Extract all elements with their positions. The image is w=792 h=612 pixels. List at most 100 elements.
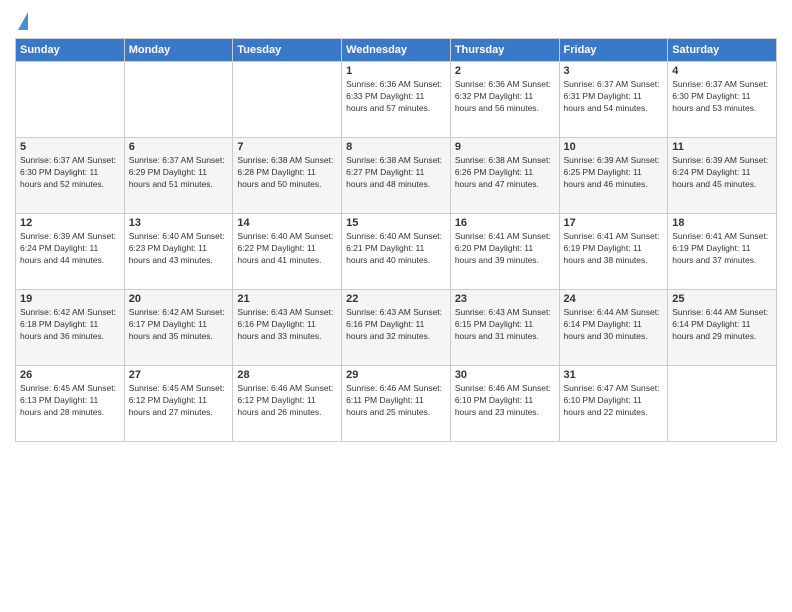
calendar-cell: 22Sunrise: 6:43 AM Sunset: 6:16 PM Dayli… (342, 290, 451, 366)
day-number: 27 (129, 369, 229, 381)
day-info: Sunrise: 6:41 AM Sunset: 6:20 PM Dayligh… (455, 231, 555, 267)
calendar-cell: 30 Sunrise: 6:46 AM Sunset: 6:10 PM Dayli… (450, 366, 559, 442)
calendar-cell: 23Sunrise: 6:43 AM Sunset: 6:15 PM Dayli… (450, 290, 559, 366)
day-info: Sunrise: 6:44 AM Sunset: 6:14 PM Dayligh… (564, 307, 664, 343)
day-info: Sunrise: 6:46 AM Sunset: 6:12 PM Dayligh… (237, 383, 337, 419)
day-info: Sunrise: 6:39 AM Sunset: 6:24 PM Dayligh… (672, 155, 772, 191)
calendar-cell: 14 Sunrise: 6:40 AM Sunset: 6:22 PM Dayli… (233, 214, 342, 290)
day-number: 6 (129, 141, 229, 153)
day-number: 16 (455, 217, 555, 229)
calendar-cell (124, 62, 233, 138)
day-number: 8 (346, 141, 446, 153)
header (15, 10, 777, 30)
calendar-cell: 21Sunrise: 6:43 AM Sunset: 6:16 PM Dayli… (233, 290, 342, 366)
day-number: 9 (455, 141, 555, 153)
day-info: Sunrise: 6:44 AM Sunset: 6:14 PM Dayligh… (672, 307, 772, 343)
day-header-monday: Monday (124, 39, 233, 62)
day-number: 28 (237, 369, 337, 381)
day-info: Sunrise: 6:37 AM Sunset: 6:31 PM Dayligh… (564, 79, 664, 115)
calendar-cell (16, 62, 125, 138)
day-info: Sunrise: 6:37 AM Sunset: 6:30 PM Dayligh… (672, 79, 772, 115)
calendar: SundayMondayTuesdayWednesdayThursdayFrid… (15, 38, 777, 442)
calendar-cell: 25Sunrise: 6:44 AM Sunset: 6:14 PM Dayli… (668, 290, 777, 366)
calendar-cell: 16 Sunrise: 6:41 AM Sunset: 6:20 PM Dayli… (450, 214, 559, 290)
calendar-cell: 31Sunrise: 6:47 AM Sunset: 6:10 PM Dayli… (559, 366, 668, 442)
day-info: Sunrise: 6:37 AM Sunset: 6:29 PM Dayligh… (129, 155, 229, 191)
day-info: Sunrise: 6:47 AM Sunset: 6:10 PM Dayligh… (564, 383, 664, 419)
day-info: Sunrise: 6:39 AM Sunset: 6:25 PM Dayligh… (564, 155, 664, 191)
logo (15, 10, 28, 30)
day-info: Sunrise: 6:45 AM Sunset: 6:12 PM Dayligh… (129, 383, 229, 419)
day-header-thursday: Thursday (450, 39, 559, 62)
day-header-saturday: Saturday (668, 39, 777, 62)
calendar-cell: 24 Sunrise: 6:44 AM Sunset: 6:14 PM Dayli… (559, 290, 668, 366)
week-row-1: 1 Sunrise: 6:36 AM Sunset: 6:33 PM Daylig… (16, 62, 777, 138)
day-number: 24 (564, 293, 664, 305)
day-number: 21 (237, 293, 337, 305)
calendar-cell: 2 Sunrise: 6:36 AM Sunset: 6:32 PM Daylig… (450, 62, 559, 138)
day-number: 19 (20, 293, 120, 305)
calendar-cell: 15 Sunrise: 6:40 AM Sunset: 6:21 PM Dayli… (342, 214, 451, 290)
day-info: Sunrise: 6:37 AM Sunset: 6:30 PM Dayligh… (20, 155, 120, 191)
calendar-cell: 13 Sunrise: 6:40 AM Sunset: 6:23 PM Dayli… (124, 214, 233, 290)
calendar-cell: 17 Sunrise: 6:41 AM Sunset: 6:19 PM Dayli… (559, 214, 668, 290)
calendar-cell: 18 Sunrise: 6:41 AM Sunset: 6:19 PM Dayli… (668, 214, 777, 290)
day-number: 11 (672, 141, 772, 153)
week-row-5: 26 Sunrise: 6:45 AM Sunset: 6:13 PM Dayli… (16, 366, 777, 442)
day-info: Sunrise: 6:41 AM Sunset: 6:19 PM Dayligh… (564, 231, 664, 267)
day-info: Sunrise: 6:46 AM Sunset: 6:10 PM Dayligh… (455, 383, 555, 419)
day-info: Sunrise: 6:38 AM Sunset: 6:26 PM Dayligh… (455, 155, 555, 191)
day-info: Sunrise: 6:38 AM Sunset: 6:27 PM Dayligh… (346, 155, 446, 191)
day-info: Sunrise: 6:40 AM Sunset: 6:21 PM Dayligh… (346, 231, 446, 267)
calendar-cell: 3 Sunrise: 6:37 AM Sunset: 6:31 PM Daylig… (559, 62, 668, 138)
day-info: Sunrise: 6:36 AM Sunset: 6:32 PM Dayligh… (455, 79, 555, 115)
day-info: Sunrise: 6:40 AM Sunset: 6:23 PM Dayligh… (129, 231, 229, 267)
day-number: 1 (346, 65, 446, 77)
page: SundayMondayTuesdayWednesdayThursdayFrid… (0, 0, 792, 612)
day-number: 22 (346, 293, 446, 305)
calendar-cell: 6 Sunrise: 6:37 AM Sunset: 6:29 PM Daylig… (124, 138, 233, 214)
calendar-cell: 9 Sunrise: 6:38 AM Sunset: 6:26 PM Daylig… (450, 138, 559, 214)
day-info: Sunrise: 6:39 AM Sunset: 6:24 PM Dayligh… (20, 231, 120, 267)
calendar-cell (233, 62, 342, 138)
day-number: 17 (564, 217, 664, 229)
day-number: 2 (455, 65, 555, 77)
day-number: 23 (455, 293, 555, 305)
day-number: 15 (346, 217, 446, 229)
day-number: 14 (237, 217, 337, 229)
calendar-cell: 29 Sunrise: 6:46 AM Sunset: 6:11 PM Dayli… (342, 366, 451, 442)
calendar-cell: 20 Sunrise: 6:42 AM Sunset: 6:17 PM Dayli… (124, 290, 233, 366)
day-number: 20 (129, 293, 229, 305)
day-number: 30 (455, 369, 555, 381)
day-number: 3 (564, 65, 664, 77)
calendar-cell (668, 366, 777, 442)
day-number: 7 (237, 141, 337, 153)
calendar-cell: 12 Sunrise: 6:39 AM Sunset: 6:24 PM Dayli… (16, 214, 125, 290)
calendar-cell: 11 Sunrise: 6:39 AM Sunset: 6:24 PM Dayli… (668, 138, 777, 214)
calendar-cell: 1 Sunrise: 6:36 AM Sunset: 6:33 PM Daylig… (342, 62, 451, 138)
week-row-3: 12 Sunrise: 6:39 AM Sunset: 6:24 PM Dayli… (16, 214, 777, 290)
day-header-sunday: Sunday (16, 39, 125, 62)
day-info: Sunrise: 6:36 AM Sunset: 6:33 PM Dayligh… (346, 79, 446, 115)
week-row-2: 5Sunrise: 6:37 AM Sunset: 6:30 PM Daylig… (16, 138, 777, 214)
calendar-cell: 26 Sunrise: 6:45 AM Sunset: 6:13 PM Dayli… (16, 366, 125, 442)
day-header-wednesday: Wednesday (342, 39, 451, 62)
day-info: Sunrise: 6:45 AM Sunset: 6:13 PM Dayligh… (20, 383, 120, 419)
calendar-cell: 27 Sunrise: 6:45 AM Sunset: 6:12 PM Dayli… (124, 366, 233, 442)
calendar-cell: 19 Sunrise: 6:42 AM Sunset: 6:18 PM Dayli… (16, 290, 125, 366)
logo-triangle-icon (18, 12, 28, 30)
day-number: 26 (20, 369, 120, 381)
day-info: Sunrise: 6:46 AM Sunset: 6:11 PM Dayligh… (346, 383, 446, 419)
day-number: 4 (672, 65, 772, 77)
day-number: 13 (129, 217, 229, 229)
day-number: 18 (672, 217, 772, 229)
calendar-cell: 5Sunrise: 6:37 AM Sunset: 6:30 PM Daylig… (16, 138, 125, 214)
day-info: Sunrise: 6:42 AM Sunset: 6:18 PM Dayligh… (20, 307, 120, 343)
day-info: Sunrise: 6:41 AM Sunset: 6:19 PM Dayligh… (672, 231, 772, 267)
day-number: 29 (346, 369, 446, 381)
calendar-body: 1 Sunrise: 6:36 AM Sunset: 6:33 PM Daylig… (16, 62, 777, 442)
day-info: Sunrise: 6:40 AM Sunset: 6:22 PM Dayligh… (237, 231, 337, 267)
day-number: 12 (20, 217, 120, 229)
day-info: Sunrise: 6:42 AM Sunset: 6:17 PM Dayligh… (129, 307, 229, 343)
day-info: Sunrise: 6:38 AM Sunset: 6:28 PM Dayligh… (237, 155, 337, 191)
